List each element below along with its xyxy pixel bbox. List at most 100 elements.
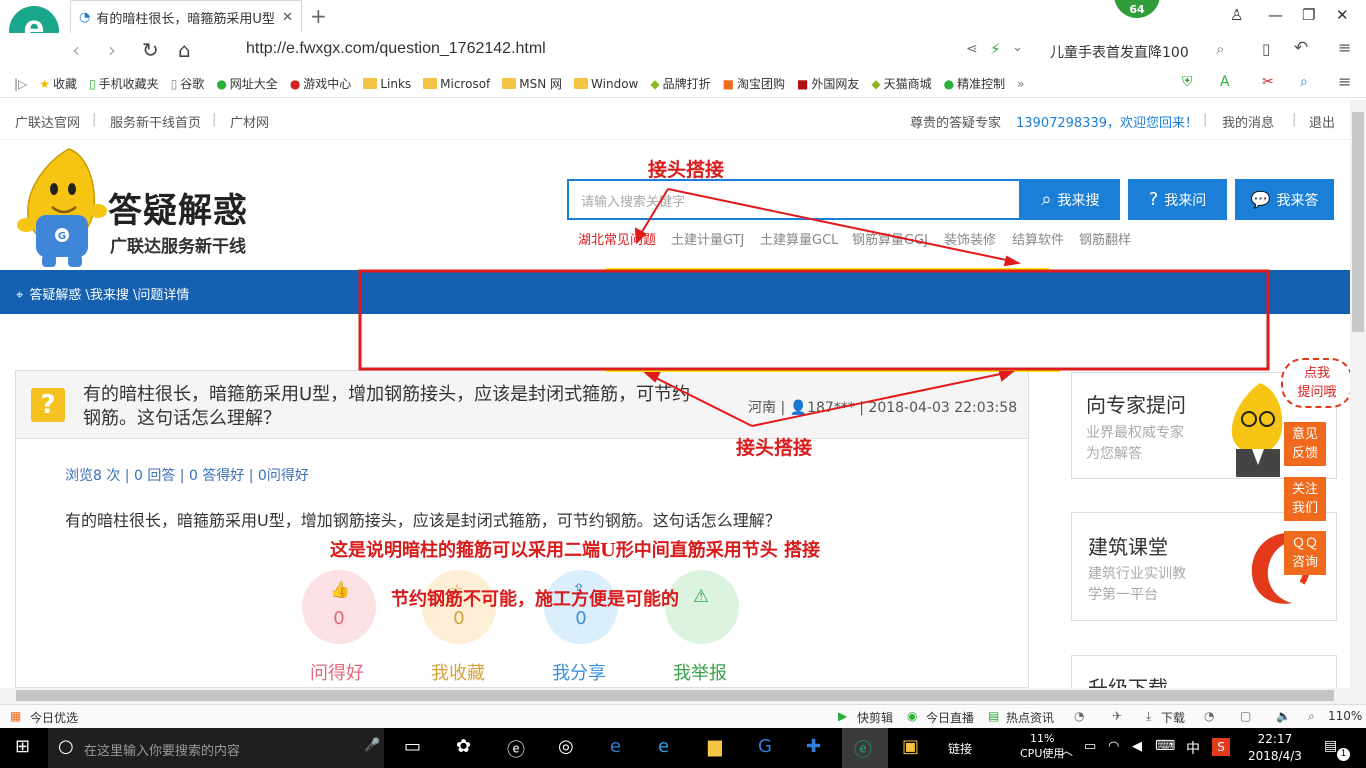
speed-icon[interactable]: ◔ xyxy=(1074,709,1084,723)
hot-keyword[interactable]: 钢筋翻样 xyxy=(1079,229,1131,248)
horizontal-scroll-thumb[interactable] xyxy=(16,690,1334,701)
app-notes-icon[interactable]: ▣ xyxy=(902,736,919,757)
bookmark-item[interactable]: ◆ 天猫商城 xyxy=(871,75,931,92)
cpu-meter[interactable]: 11% CPU使用 xyxy=(1020,732,1064,761)
tray-expand-icon[interactable]: ︿ xyxy=(1060,740,1073,759)
hot-keyword[interactable]: 结算软件 xyxy=(1012,229,1064,248)
ask-button[interactable]: ? 我来问 xyxy=(1128,179,1227,220)
download-link[interactable]: 下载 xyxy=(1161,709,1185,726)
logout-link[interactable]: 退出 xyxy=(1309,112,1335,131)
bookmark-item[interactable]: Microsof xyxy=(423,77,490,91)
volume-icon[interactable]: ◀ xyxy=(1132,739,1142,754)
keyboard-icon[interactable]: ⌨ xyxy=(1155,738,1175,754)
favorite-label[interactable]: 我收藏 xyxy=(413,659,503,685)
live-link[interactable]: 今日直播 xyxy=(926,709,974,726)
file-explorer-icon[interactable]: ▆ xyxy=(708,736,722,757)
ie-icon[interactable]: e xyxy=(658,736,669,757)
close-window-icon[interactable]: ✕ xyxy=(1336,6,1349,24)
windows-start-icon[interactable]: ⊞ xyxy=(15,736,30,757)
answer-button[interactable]: 💬 我来答 xyxy=(1235,179,1334,220)
search-button[interactable]: ⌕ 我来搜 xyxy=(1021,179,1120,220)
browser-tab[interactable]: ◔ 有的暗柱很长，暗箍筋采用U型， ✕ xyxy=(70,0,302,33)
app-plus-icon[interactable]: ✚ xyxy=(806,736,821,757)
share-label[interactable]: 我分享 xyxy=(534,659,624,685)
undo-icon[interactable]: ↶ xyxy=(1294,38,1308,58)
news-link[interactable]: 热点资讯 xyxy=(1006,709,1054,726)
magnifier-icon[interactable]: ⌕ xyxy=(1300,74,1308,90)
new-tab-icon[interactable]: + xyxy=(310,4,327,28)
wifi-icon[interactable]: ◠ xyxy=(1108,739,1119,754)
hot-keyword[interactable]: 土建计量GTJ xyxy=(671,229,744,248)
hot-keyword[interactable]: 钢筋算量GGJ xyxy=(852,229,928,248)
bookmark-item[interactable]: ★ 收藏 xyxy=(39,75,77,92)
bookmark-item[interactable]: ■ 淘宝团购 xyxy=(723,75,785,92)
search-hint-text[interactable]: 儿童手表首发直降100 xyxy=(1050,42,1189,62)
breadcrumb-text[interactable]: 答疑解惑 \我来搜 \问题详情 xyxy=(29,288,189,303)
welcome-text[interactable]: 13907298339，欢迎您回来！ xyxy=(1016,112,1198,131)
search-icon[interactable]: ⌕ xyxy=(1216,40,1224,58)
tab-close-icon[interactable]: ✕ xyxy=(282,10,293,25)
lightning-icon[interactable]: ⚡ xyxy=(990,40,1001,58)
shirt-icon[interactable]: ♙ xyxy=(1230,6,1243,24)
bookmark-item[interactable]: MSN 网 xyxy=(502,75,562,92)
app-pinwheel-icon[interactable]: ✿ xyxy=(456,736,471,757)
sound-icon[interactable]: 🔈 xyxy=(1276,709,1291,723)
nav-link-material[interactable]: 广材网 xyxy=(230,112,269,131)
notification-center-icon[interactable]: ▤ xyxy=(1324,738,1337,754)
bookmark-item[interactable]: ● 游戏中心 xyxy=(290,75,352,92)
like-label[interactable]: 问得好 xyxy=(292,659,382,685)
edge-icon[interactable]: e xyxy=(610,736,621,757)
hot-keyword[interactable]: 土建算量GCL xyxy=(760,229,838,248)
microphone-icon[interactable]: 🎤 xyxy=(364,738,380,753)
sogou-s-icon[interactable]: S xyxy=(1212,738,1230,756)
qq-consult-button[interactable]: ＱＱ 咨询 xyxy=(1284,531,1326,575)
browser-e-icon[interactable]: ⓔ xyxy=(507,736,525,762)
share-icon[interactable]: ⋖ xyxy=(966,41,978,57)
bookmark-item[interactable]: Links xyxy=(363,77,411,91)
zoom-level[interactable]: 110% xyxy=(1328,709,1362,723)
battery-icon[interactable]: ▭ xyxy=(1084,739,1096,754)
more-bookmarks[interactable]: » xyxy=(1017,77,1024,91)
kuaijian-link[interactable]: 快剪辑 xyxy=(857,709,893,726)
feedback-button[interactable]: 意见 反馈 xyxy=(1284,422,1326,466)
glodon-g-icon[interactable]: G xyxy=(758,736,772,757)
like-button[interactable]: 👍 0 xyxy=(302,570,376,644)
pin-icon[interactable]: ✈ xyxy=(1112,709,1122,723)
taskbar-search-input[interactable]: ○ 在这里输入你要搜索的内容 🎤 xyxy=(48,728,384,768)
shield-icon[interactable]: ⛨ xyxy=(1182,74,1193,90)
nav-link-glodon[interactable]: 广联达官网 xyxy=(15,112,80,131)
history-icon[interactable]: ◔ xyxy=(1204,709,1214,723)
report-label[interactable]: 我举报 xyxy=(655,659,745,685)
search-input[interactable]: 请输入搜索关键字 xyxy=(567,179,1021,220)
bookmark-item[interactable]: ■ 外国网友 xyxy=(797,75,859,92)
bookmark-item[interactable]: ● 精准控制 xyxy=(944,75,1006,92)
links-toolbar[interactable]: 链接 xyxy=(948,740,972,757)
ime-indicator[interactable]: 中 xyxy=(1186,738,1200,758)
chevron-down-icon[interactable]: ⌄ xyxy=(1012,40,1023,55)
forward-icon[interactable]: › xyxy=(108,38,116,62)
my-messages-link[interactable]: 我的消息 xyxy=(1222,112,1274,131)
nav-link-home[interactable]: 服务新干线首页 xyxy=(110,112,201,131)
home-icon[interactable]: ⌂ xyxy=(178,38,191,62)
back-icon[interactable]: ‹ xyxy=(72,38,80,62)
follow-us-button[interactable]: 关注 我们 xyxy=(1284,477,1326,521)
bookmark-item[interactable]: Window xyxy=(574,77,638,91)
hot-keyword[interactable]: 湖北常见问题 xyxy=(578,229,656,248)
refresh-icon[interactable]: ↻ xyxy=(142,38,159,62)
vertical-scroll-thumb[interactable] xyxy=(1352,112,1364,332)
ask-bubble[interactable]: 点我 提问哦 xyxy=(1281,358,1353,408)
bookmark-item[interactable]: ▯ 谷歌 xyxy=(171,75,205,92)
more-menu-icon[interactable]: ≡ xyxy=(1338,72,1351,91)
phone-icon[interactable]: ▯ xyxy=(1262,40,1270,58)
bookmark-item[interactable]: ● 网址大全 xyxy=(216,75,278,92)
daily-picks-link[interactable]: 今日优选 xyxy=(30,709,78,726)
hot-keyword[interactable]: 装饰装修 xyxy=(944,229,996,248)
task-view-icon[interactable]: ▭ xyxy=(404,736,421,757)
bookmark-item[interactable]: ◆ 品牌打折 xyxy=(650,75,710,92)
translate-icon[interactable]: A xyxy=(1220,74,1230,90)
mascot-logo[interactable]: G xyxy=(14,145,109,270)
app-swirl-icon[interactable]: ◎ xyxy=(558,736,574,757)
maximize-icon[interactable]: ❐ xyxy=(1302,6,1315,24)
bookmark-item[interactable]: ▯ 手机收藏夹 xyxy=(89,75,159,92)
sidebar-toggle-icon[interactable]: |▷ xyxy=(14,77,27,91)
